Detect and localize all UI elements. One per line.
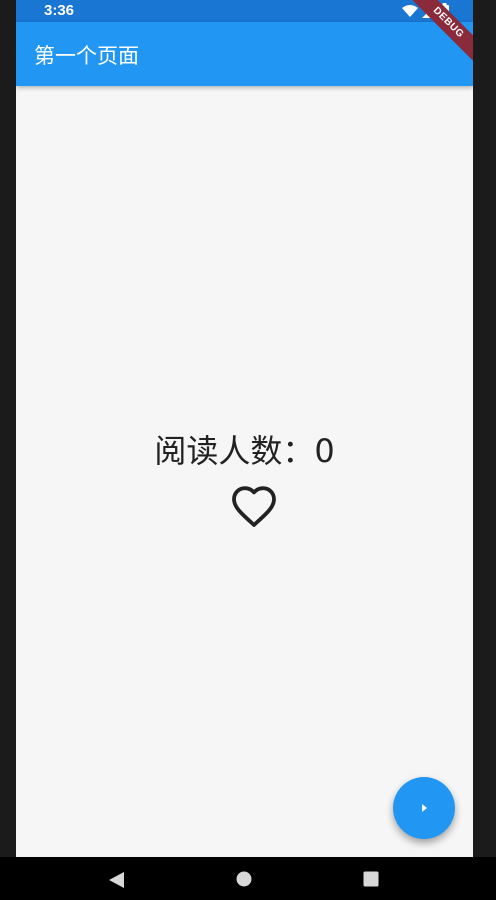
- next-page-button[interactable]: [393, 777, 455, 839]
- app-bar: 第一个页面: [16, 22, 473, 86]
- arrow-right-icon: [419, 799, 429, 818]
- system-nav-bar: [0, 857, 496, 900]
- status-bar: 3:36: [16, 0, 473, 22]
- heart-outline-icon[interactable]: [230, 483, 278, 531]
- page-title: 第一个页面: [34, 44, 139, 68]
- home-icon[interactable]: [236, 871, 252, 891]
- app-screen: 3:36 第一个页面 DEBUG 阅读人数：0: [16, 0, 473, 900]
- status-time: 3:36: [44, 2, 75, 19]
- main-content: 阅读人数：0: [16, 86, 473, 857]
- wifi-icon: [402, 4, 418, 22]
- reader-count-text: 阅读人数：0: [154, 432, 335, 470]
- recents-icon[interactable]: [363, 871, 379, 891]
- back-icon[interactable]: [108, 871, 126, 893]
